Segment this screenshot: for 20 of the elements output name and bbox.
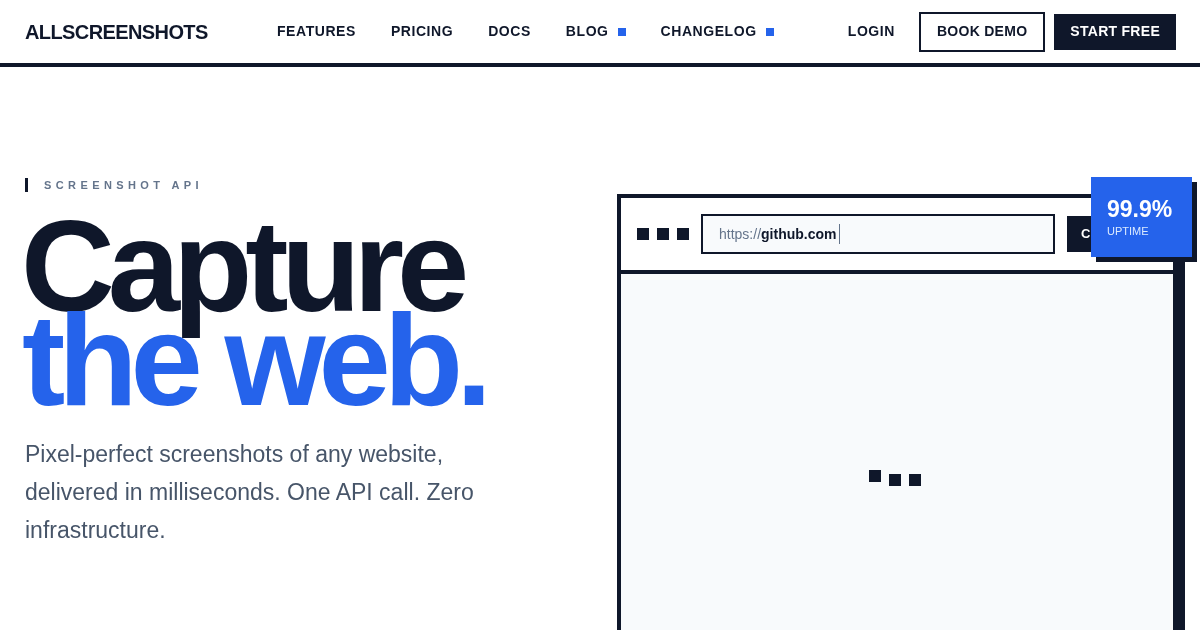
- new-indicator-icon: [617, 27, 626, 36]
- uptime-value: 99.9%: [1107, 195, 1174, 223]
- nav-link[interactable]: FEATURES: [277, 21, 356, 42]
- eyebrow-label: SCREENSHOT API: [44, 178, 203, 193]
- new-indicator-icon: [765, 27, 774, 36]
- loading-icon: [869, 470, 921, 486]
- uptime-label: UPTIME: [1107, 224, 1150, 239]
- nav-link[interactable]: CHANGELOG: [660, 21, 774, 42]
- nav-link[interactable]: BLOG: [565, 21, 626, 42]
- logo[interactable]: ALLSCREENSHOTS: [25, 16, 277, 47]
- window-controls-icon: [637, 228, 689, 240]
- nav-link[interactable]: DOCS: [488, 21, 531, 42]
- start-free-button[interactable]: START FREE: [1054, 13, 1176, 50]
- accent-bar: [25, 178, 28, 193]
- login-link[interactable]: LOGIN: [847, 21, 895, 42]
- capture-button[interactable]: C: [1067, 216, 1091, 252]
- book-demo-button[interactable]: BOOK DEMO: [918, 11, 1046, 52]
- url-field[interactable]: https://github.com: [701, 214, 1055, 254]
- hero-description: Pixel-perfect screenshots of any website, delivered in milliseconds. One API call. Zero infrastructure.: [25, 439, 475, 545]
- nav-link[interactable]: PRICING: [390, 21, 454, 42]
